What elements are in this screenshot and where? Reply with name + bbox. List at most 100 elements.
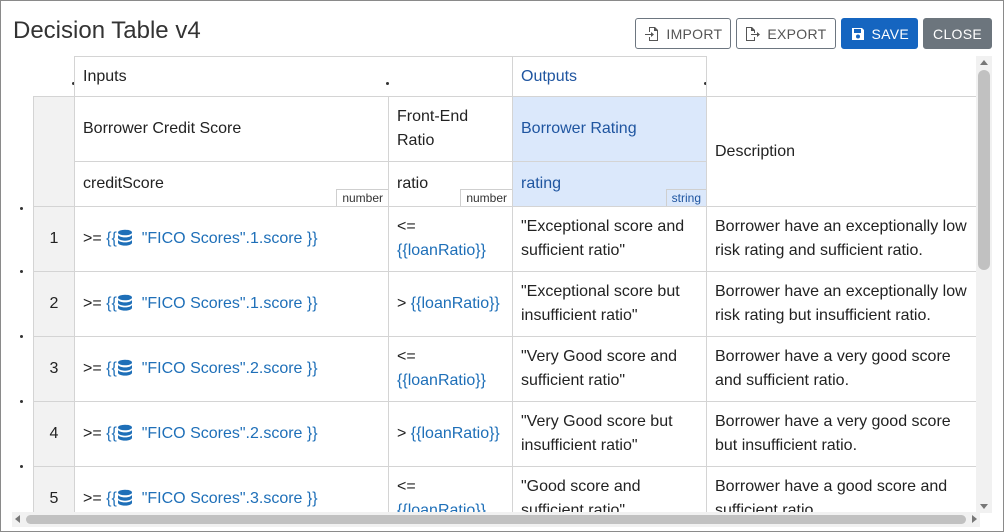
group-spacer: [706, 56, 979, 97]
decision-table: Inputs Outputs Borrower Credit Score Fro…: [33, 56, 979, 513]
scroll-left-icon[interactable]: [15, 515, 20, 523]
expression-text: "FICO Scores".1.score }}: [141, 230, 318, 247]
description-line: sufficient ratio.: [715, 502, 818, 513]
database-icon: [117, 229, 132, 246]
expression-link[interactable]: {{loanRatio}}: [397, 369, 504, 393]
horizontal-scroll-thumb[interactable]: [26, 515, 966, 524]
expression-text: "FICO Scores".2.score }}: [141, 425, 318, 442]
scroll-right-icon[interactable]: [972, 515, 977, 523]
database-icon: [117, 424, 132, 441]
ratio-cell[interactable]: <= {{loanRatio}}: [388, 466, 513, 513]
variable-cell-ratio[interactable]: ratio number: [388, 161, 513, 207]
credit-score-cell[interactable]: >= {{ "FICO Scores".1.score }}: [74, 206, 389, 272]
type-badge: number: [336, 189, 388, 206]
variable-cell-credit-score[interactable]: creditScore number: [74, 161, 389, 207]
ratio-cell[interactable]: <= {{loanRatio}}: [388, 206, 513, 272]
description-line: Borrower have a very good score: [715, 413, 951, 430]
corner-cell: [34, 57, 75, 97]
page-title: Decision Table v4: [13, 17, 201, 44]
close-button[interactable]: CLOSE: [923, 18, 992, 49]
variable-name: ratio: [397, 175, 429, 192]
close-label: CLOSE: [933, 25, 982, 42]
column-header-description[interactable]: Description: [706, 96, 979, 207]
expression-link[interactable]: {{ "FICO Scores".2.score }}: [106, 424, 318, 442]
row-handle[interactable]: [20, 270, 23, 273]
scroll-up-icon[interactable]: [980, 60, 988, 65]
description-cell[interactable]: Borrower have a very good score and suff…: [706, 336, 979, 402]
column-header-ratio[interactable]: Front-End Ratio: [388, 96, 513, 162]
expression-link[interactable]: {{ "FICO Scores".3.score }}: [106, 489, 318, 507]
credit-score-cell[interactable]: >= {{ "FICO Scores".2.score }}: [74, 336, 389, 402]
decision-grid: Inputs Outputs Borrower Credit Score Fro…: [1, 56, 979, 513]
export-label: EXPORT: [767, 25, 827, 42]
table-row: 3 >= {{ "FICO Scores".2.score }} <= {{lo…: [33, 336, 979, 402]
column-header-rating[interactable]: Borrower Rating: [512, 96, 707, 162]
row-number: 3: [33, 336, 75, 402]
import-label: IMPORT: [666, 25, 723, 42]
save-button[interactable]: SAVE: [840, 18, 919, 49]
rating-cell[interactable]: "Exceptional score and sufficient ratio": [512, 206, 707, 272]
table-row: 1 >= {{ "FICO Scores".1.score }} <= {{lo…: [33, 206, 979, 272]
operator: >=: [83, 295, 102, 312]
description-cell[interactable]: Borrower have a very good score but insu…: [706, 401, 979, 467]
credit-score-cell[interactable]: >= {{ "FICO Scores".3.score }}: [74, 466, 389, 513]
decision-table-window: Decision Table v4 IMPORT EXPORT SAVE CLO…: [0, 0, 1004, 532]
row-handle[interactable]: [20, 335, 23, 338]
description-cell[interactable]: Borrower have a good score and sufficien…: [706, 466, 979, 513]
ratio-cell[interactable]: > {{loanRatio}}: [388, 271, 513, 337]
description-cell[interactable]: Borrower have an exceptionally low risk …: [706, 206, 979, 272]
import-icon: [645, 26, 659, 41]
rating-cell[interactable]: "Very Good score but insufficient ratio": [512, 401, 707, 467]
row-handle[interactable]: [20, 400, 23, 403]
rating-cell[interactable]: "Exceptional score but insufficient rati…: [512, 271, 707, 337]
table-row: 5 >= {{ "FICO Scores".3.score }} <= {{lo…: [33, 466, 979, 513]
description-line: and sufficient ratio.: [715, 372, 850, 389]
description-cell[interactable]: Borrower have an exceptionally low risk …: [706, 271, 979, 337]
toolbar: IMPORT EXPORT SAVE CLOSE: [635, 18, 992, 49]
vertical-scrollbar[interactable]: [976, 56, 992, 513]
rating-cell[interactable]: "Very Good score and sufficient ratio": [512, 336, 707, 402]
expression-link[interactable]: {{loanRatio}}: [411, 295, 500, 312]
export-button[interactable]: EXPORT: [736, 18, 836, 49]
credit-score-cell[interactable]: >= {{ "FICO Scores".1.score }}: [74, 271, 389, 337]
credit-score-cell[interactable]: >= {{ "FICO Scores".2.score }}: [74, 401, 389, 467]
expression-link[interactable]: {{loanRatio}}: [397, 239, 504, 263]
description-line: Borrower have a good score and: [715, 478, 948, 495]
row-handle[interactable]: [20, 207, 23, 210]
database-icon: [117, 359, 132, 376]
import-button[interactable]: IMPORT: [635, 18, 732, 49]
expression-text: "FICO Scores".3.score }}: [141, 490, 318, 507]
type-badge: number: [460, 189, 512, 206]
row-number: 5: [33, 466, 75, 513]
horizontal-scrollbar[interactable]: [12, 512, 980, 527]
column-header-credit-score[interactable]: Borrower Credit Score: [74, 96, 389, 162]
table-row: 4 >= {{ "FICO Scores".2.score }} > {{loa…: [33, 401, 979, 467]
row-handle[interactable]: [20, 465, 23, 468]
row-number: 2: [33, 271, 75, 337]
operator: <=: [397, 348, 416, 365]
inputs-group-header: Inputs: [74, 56, 513, 97]
table-row: 2 >= {{ "FICO Scores".1.score }} > {{loa…: [33, 271, 979, 337]
rating-cell[interactable]: "Good score and sufficient ratio": [512, 466, 707, 513]
ratio-cell[interactable]: <= {{loanRatio}}: [388, 336, 513, 402]
row-number-header: [33, 96, 75, 207]
expression-link[interactable]: {{ "FICO Scores".1.score }}: [106, 294, 318, 312]
expression-link[interactable]: {{loanRatio}}: [397, 499, 504, 513]
operator: <=: [397, 218, 416, 235]
operator: >=: [83, 360, 102, 377]
variable-name: creditScore: [83, 175, 164, 192]
row-number: 4: [33, 401, 75, 467]
ratio-cell[interactable]: > {{loanRatio}}: [388, 401, 513, 467]
expression-link[interactable]: {{loanRatio}}: [411, 425, 500, 442]
vertical-scroll-thumb[interactable]: [978, 70, 990, 270]
description-line: Borrower have an exceptionally low: [715, 283, 967, 300]
description-line: but insufficient ratio.: [715, 437, 858, 454]
variable-cell-rating[interactable]: rating string: [512, 161, 707, 207]
expression-link[interactable]: {{ "FICO Scores".2.score }}: [106, 359, 318, 377]
outputs-group-header: Outputs: [512, 56, 707, 97]
operator: >: [397, 425, 407, 442]
expression-link[interactable]: {{ "FICO Scores".1.score }}: [106, 229, 318, 247]
scroll-down-icon[interactable]: [980, 504, 988, 509]
description-line: Borrower have an exceptionally low: [715, 218, 967, 235]
operator: >=: [83, 230, 102, 247]
